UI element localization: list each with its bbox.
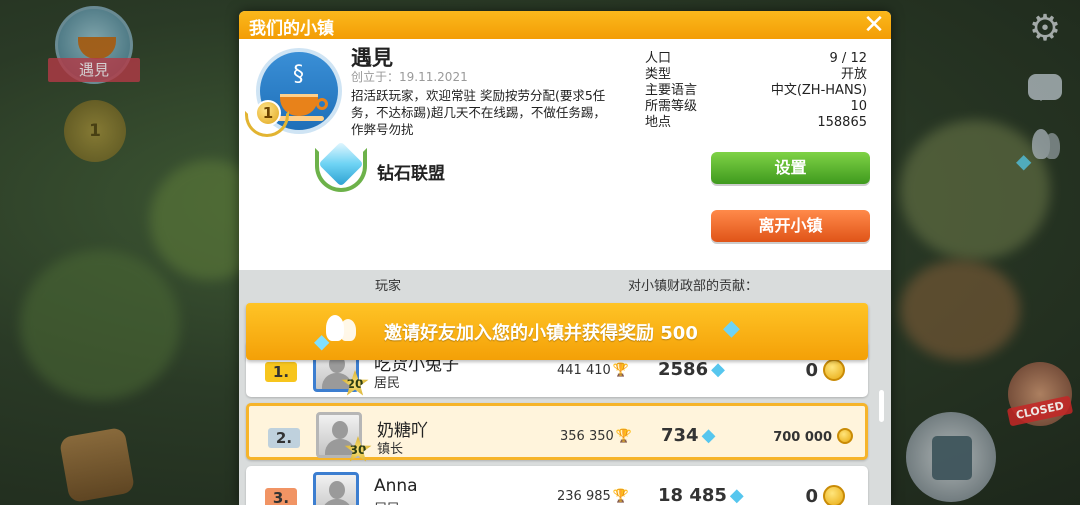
- dialog-title: 我们的小镇: [249, 19, 334, 39]
- chat-icon[interactable]: [1024, 70, 1066, 108]
- column-header-player: 玩家: [375, 279, 402, 294]
- town-badge-label: 遇見: [48, 58, 140, 82]
- stat-language: 主要语言 中文(ZH-HANS): [645, 83, 867, 99]
- dialog-header: 我们的小镇 ✕: [239, 11, 891, 39]
- rank-badge: 3.: [265, 488, 297, 505]
- stat-label: 类型: [645, 67, 672, 82]
- gem-icon: ◆: [723, 316, 740, 341]
- coin-count: 700 000: [773, 430, 832, 445]
- member-row[interactable]: 3. Anna 居民 236 985🏆 18 485◆ 0: [246, 466, 868, 505]
- gem-count: 18 485 ◆: [658, 485, 744, 505]
- trophy-icon: 🏆: [615, 429, 632, 444]
- member-role: 镇长: [377, 442, 404, 457]
- stat-value: 10: [850, 99, 867, 114]
- stat-label: 人口: [645, 51, 672, 66]
- trophy-icon: 🏆: [612, 363, 629, 378]
- coin-count: 0: [805, 486, 818, 505]
- member-name: Anna: [374, 476, 418, 496]
- gem-count: 2586 ◆: [658, 359, 725, 380]
- stat-location: 地点 158865: [645, 115, 867, 131]
- coin-icon: [823, 485, 845, 505]
- stat-population: 人口 9 / 12: [645, 51, 867, 67]
- rank-badge: 2.: [268, 428, 300, 448]
- member-role: 居民: [374, 498, 400, 505]
- stat-value: 9 / 12: [829, 51, 867, 66]
- stat-value: 158865: [817, 115, 867, 130]
- column-header-contribution: 对小镇财政部的贡献：: [628, 279, 759, 294]
- trophy-count: 236 985 🏆: [557, 489, 629, 504]
- member-role: 居民: [374, 376, 401, 391]
- stat-label: 地点: [645, 115, 672, 130]
- level-pin-icon[interactable]: 1: [64, 100, 126, 162]
- invite-text: 邀请好友加入您的小镇并获得奖励 500: [384, 323, 698, 344]
- gem-icon: ◆: [711, 359, 725, 380]
- stat-label: 主要语言: [645, 83, 698, 98]
- right-hud: ⚙ ◆ CLOSED: [880, 0, 1080, 505]
- settings-button[interactable]: 设置: [711, 152, 870, 184]
- trophy-icon: 🏆: [612, 489, 629, 504]
- league-name: 钻石联盟: [377, 164, 445, 184]
- town-description: 招活跃玩家，欢迎常驻 奖励按劳分配(要求5任务，不达标踢)超几天不在线踢，不做任…: [351, 88, 606, 137]
- founded-date: 创立于：19.11.2021: [351, 70, 468, 84]
- gear-icon[interactable]: ⚙: [1024, 10, 1066, 48]
- member-row-self[interactable]: 2. 30 奶糖吖 镇长 356 350 🏆 734 ◆ 700 000: [246, 403, 868, 462]
- invite-friends-button[interactable]: ◆ 邀请好友加入您的小镇并获得奖励 500 ◆: [246, 303, 868, 360]
- coin-icon: [837, 428, 853, 444]
- stat-required-level: 所需等级 10: [645, 99, 867, 115]
- shop-icon[interactable]: [58, 426, 136, 504]
- town-level-badge: 1: [255, 100, 281, 126]
- town-dialog: 我们的小镇 ✕ § 1 遇見 创立于：19.11.2021 招活跃玩家，欢迎常驻…: [239, 11, 891, 505]
- members-panel: 玩家 对小镇财政部的贡献： ◆ 邀请好友加入您的小镇并获得奖励 500 ◆ 1.…: [239, 270, 891, 505]
- left-hud: 遇見 1: [0, 0, 200, 505]
- stat-type: 类型 开放: [645, 67, 867, 83]
- leave-town-button[interactable]: 离开小镇: [711, 210, 870, 242]
- trophy-count: 441 410 🏆: [557, 363, 629, 378]
- gem-count: 734 ◆: [661, 425, 716, 446]
- avatar: [313, 472, 359, 505]
- gem-icon: ◆: [729, 485, 744, 505]
- invite-friends-icon: ◆: [314, 313, 362, 353]
- stat-value: 中文(ZH-HANS): [770, 83, 867, 98]
- close-button[interactable]: ✕: [861, 12, 887, 38]
- trophy-count: 356 350 🏆: [560, 429, 632, 444]
- town-stats: 人口 9 / 12 类型 开放 主要语言 中文(ZH-HANS) 所需等级 10 地点 1…: [645, 51, 867, 131]
- stat-value: 开放: [840, 67, 867, 82]
- stat-label: 所需等级: [645, 99, 698, 114]
- cash-register-icon[interactable]: [906, 412, 996, 502]
- rank-badge: 1.: [265, 362, 297, 382]
- scrollbar[interactable]: [879, 390, 884, 422]
- diamond-league-icon: [311, 141, 371, 194]
- gem-icon: ◆: [701, 425, 716, 446]
- coin-count: 0: [805, 360, 818, 381]
- coin-icon: [823, 359, 845, 381]
- friends-icon[interactable]: ◆: [1014, 125, 1066, 173]
